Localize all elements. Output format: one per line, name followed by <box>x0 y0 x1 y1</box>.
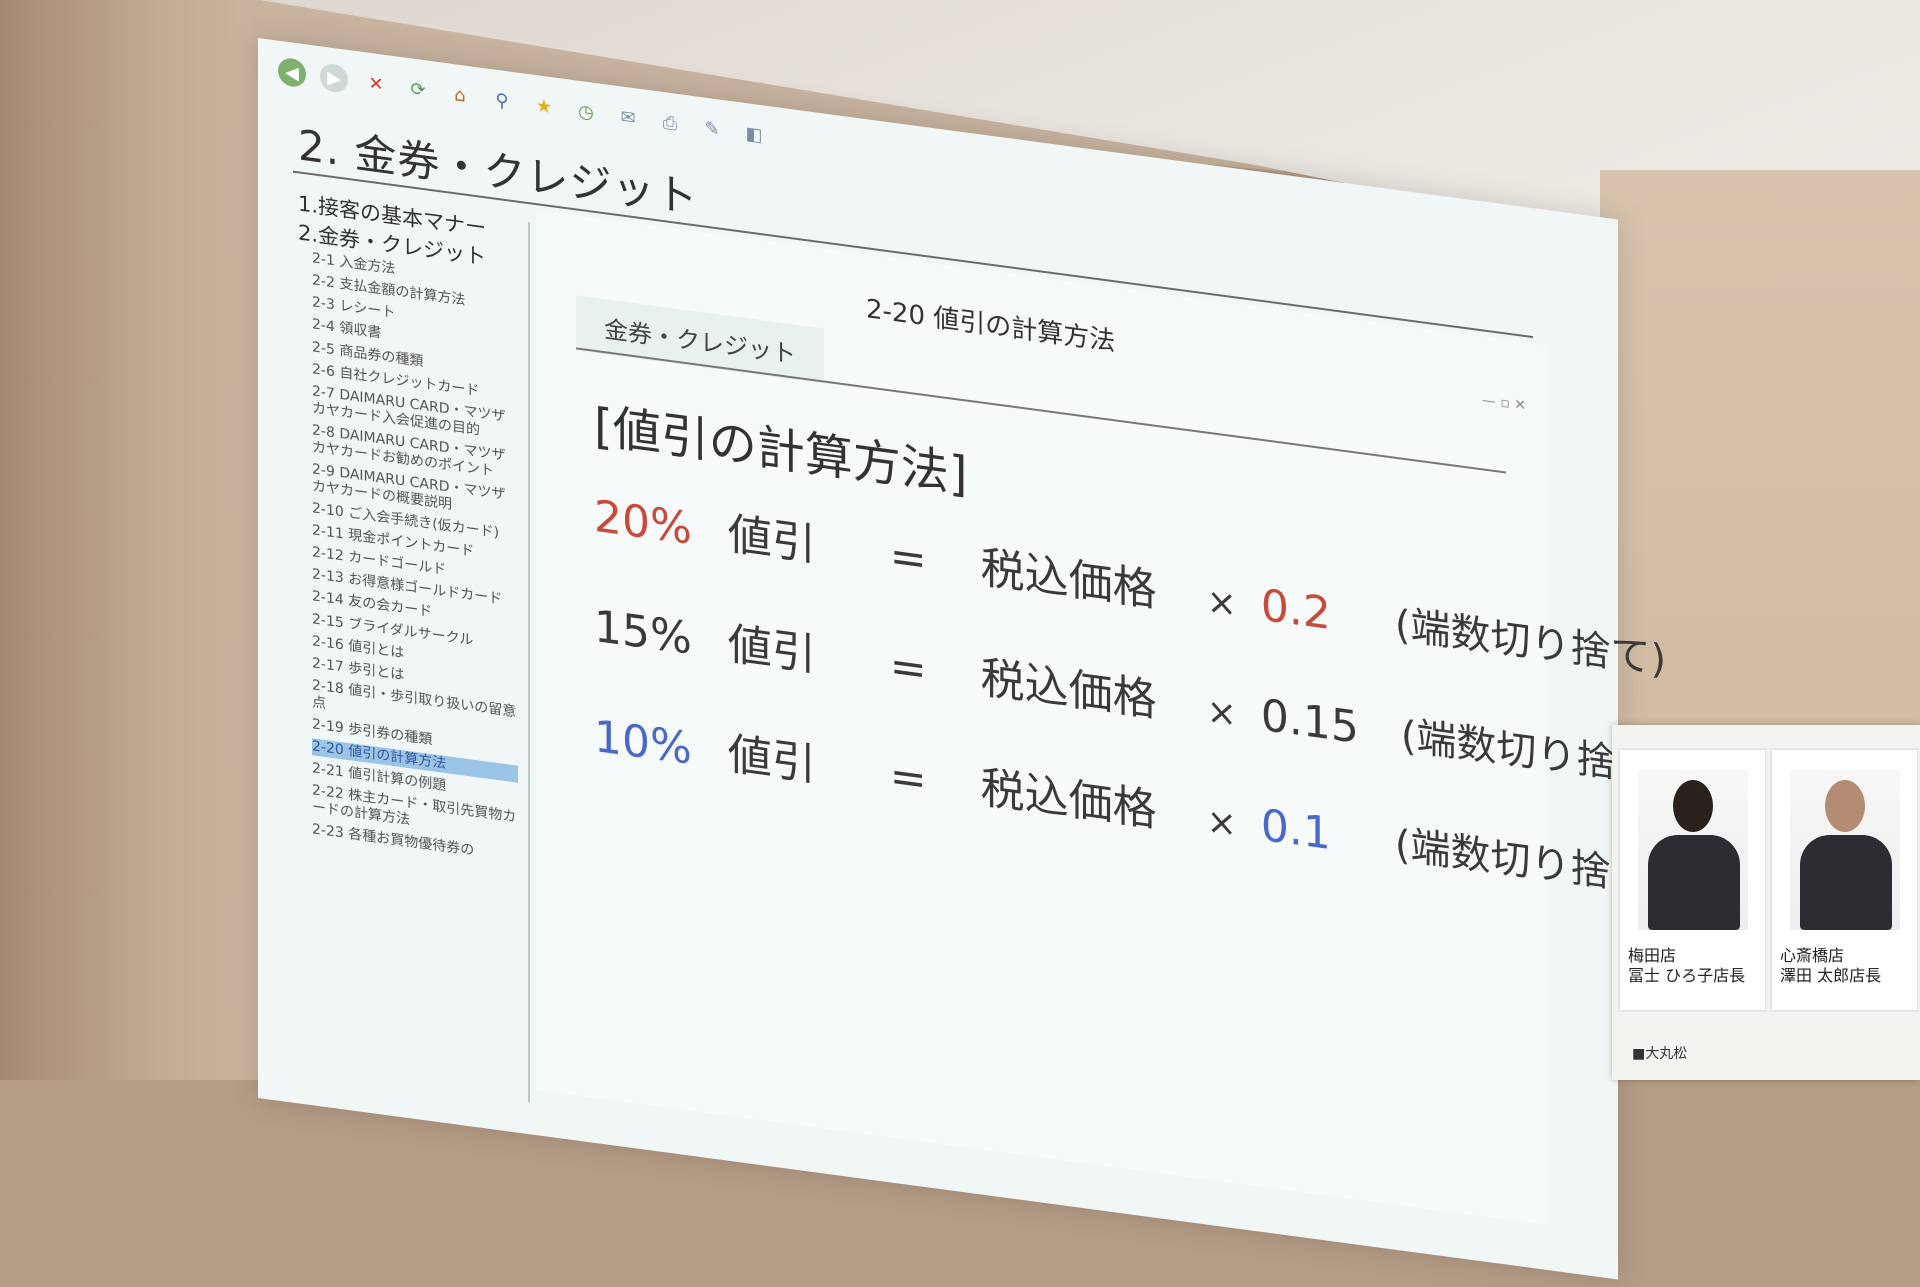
equation-times: × <box>1206 690 1237 736</box>
equation-equals: = <box>889 640 927 697</box>
equation-percent: 15% <box>594 600 692 665</box>
content-tab[interactable]: 金券・クレジット <box>576 295 824 384</box>
poster-caption: 梅田店 冨士 ひろ子店長 <box>1628 946 1745 986</box>
equation-equals: = <box>889 750 927 807</box>
staff-poster: 梅田店 冨士 ひろ子店長 <box>1620 750 1765 1010</box>
equation-equals: = <box>889 530 927 587</box>
content-title: 2-20 値引の計算方法 <box>866 294 1116 358</box>
equation-times: × <box>1206 580 1237 626</box>
staff-photo <box>1790 770 1900 930</box>
sidebar-divider <box>528 222 530 1103</box>
content-window: 2-20 値引の計算方法 — ▫ ✕ 金券・クレジット [値引の計算方法] 20… <box>536 210 1672 1225</box>
equation-label: 値引 <box>727 618 816 682</box>
suit-shape <box>1800 835 1892 930</box>
equation-base: 税込価格 <box>980 542 1157 617</box>
equation-label: 値引 <box>727 508 816 572</box>
equation-base: 税込価格 <box>980 652 1157 727</box>
equation-times: × <box>1206 800 1237 846</box>
person-head <box>1673 780 1713 832</box>
messenger-icon[interactable]: ◧ <box>740 118 768 150</box>
forward-arrow-icon[interactable]: ▶ <box>320 62 348 95</box>
poster-board: 梅田店 冨士 ひろ子店長 心斎橋店 澤田 太郎店長 ■大丸松 <box>1612 725 1920 1080</box>
equation-percent: 20% <box>594 490 692 555</box>
window-controls[interactable]: — ▫ ✕ <box>1482 392 1526 414</box>
home-icon[interactable]: ⌂ <box>446 79 474 111</box>
equation-base: 税込価格 <box>980 762 1157 837</box>
poster-caption: 心斎橋店 澤田 太郎店長 <box>1780 946 1881 986</box>
history-icon[interactable]: ◷ <box>572 96 600 128</box>
stop-icon[interactable]: ✕ <box>362 68 390 100</box>
poster-store: 梅田店 <box>1628 946 1677 965</box>
equation-percent: 10% <box>594 710 692 775</box>
back-arrow-icon[interactable]: ◀ <box>278 56 306 89</box>
search-icon[interactable]: ⚲ <box>488 85 516 117</box>
equation-label: 値引 <box>727 728 816 792</box>
staff-poster: 心斎橋店 澤田 太郎店長 <box>1772 750 1917 1010</box>
equation-factor: 0.1 <box>1260 799 1331 861</box>
suit-shape <box>1648 835 1740 930</box>
equation-factor: 0.15 <box>1260 689 1359 754</box>
mail-icon[interactable]: ✉ <box>614 102 642 134</box>
equation-factor: 0.2 <box>1260 579 1331 641</box>
staff-photo <box>1638 770 1748 930</box>
poster-footer: ■大丸松 <box>1632 1046 1688 1062</box>
projected-screen: ◀ ▶ ✕ ⟳ ⌂ ⚲ ★ ◷ ✉ ⎙ ✎ ◧ 2. 金券・クレジット 1.接客… <box>258 38 1672 1280</box>
poster-name: 冨士 ひろ子店長 <box>1628 966 1746 985</box>
favorites-star-icon[interactable]: ★ <box>530 90 558 122</box>
poster-store: 心斎橋店 <box>1780 946 1845 965</box>
refresh-icon[interactable]: ⟳ <box>404 73 432 105</box>
left-wall <box>0 0 270 1080</box>
edit-icon[interactable]: ✎ <box>698 113 726 145</box>
print-icon[interactable]: ⎙ <box>656 107 684 139</box>
person-head <box>1825 780 1865 832</box>
sidebar-nav: 1.接客の基本マナー 2.金券・クレジット 2-1 入金方法 2-2 支払金額の… <box>298 191 518 1080</box>
poster-name: 澤田 太郎店長 <box>1780 966 1882 985</box>
